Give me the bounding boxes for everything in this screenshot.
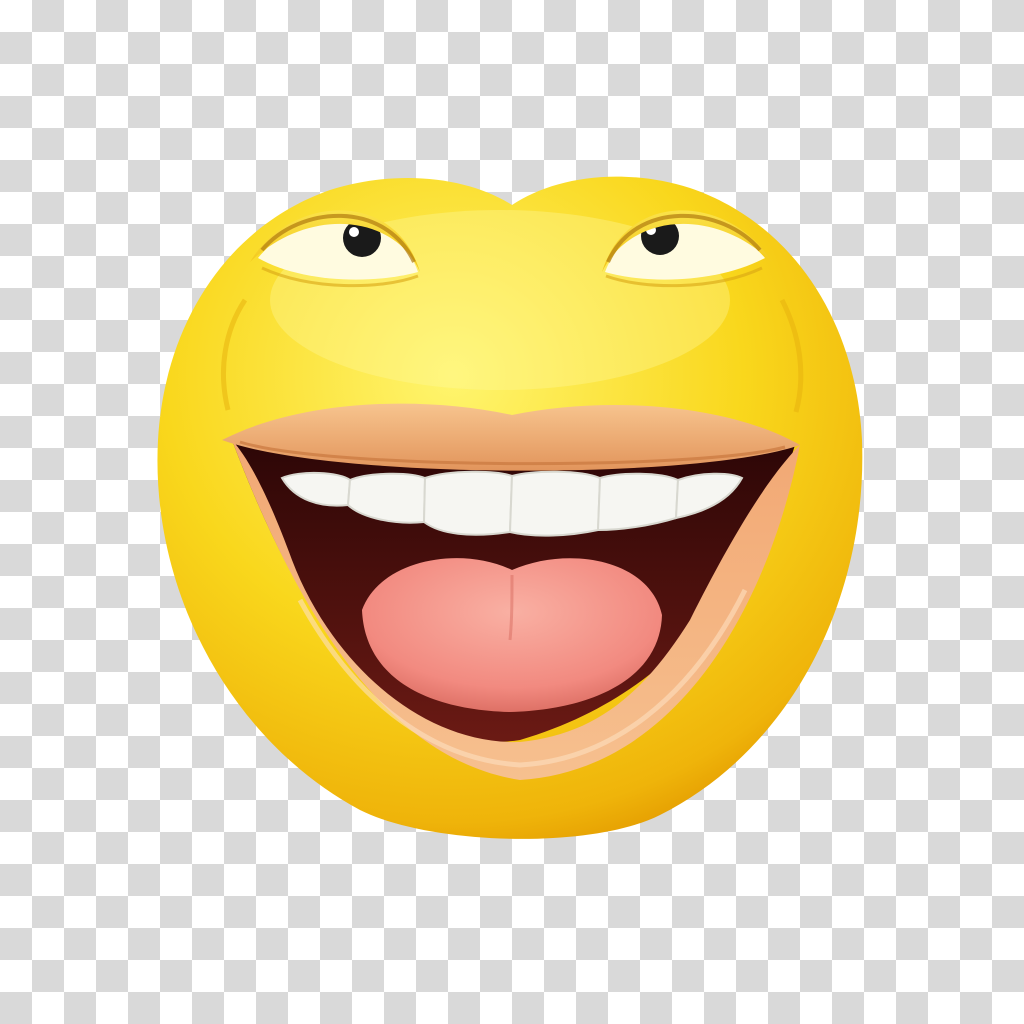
transparency-checkerboard-background bbox=[0, 0, 1024, 1024]
laughing-face-emoji bbox=[157, 176, 863, 839]
